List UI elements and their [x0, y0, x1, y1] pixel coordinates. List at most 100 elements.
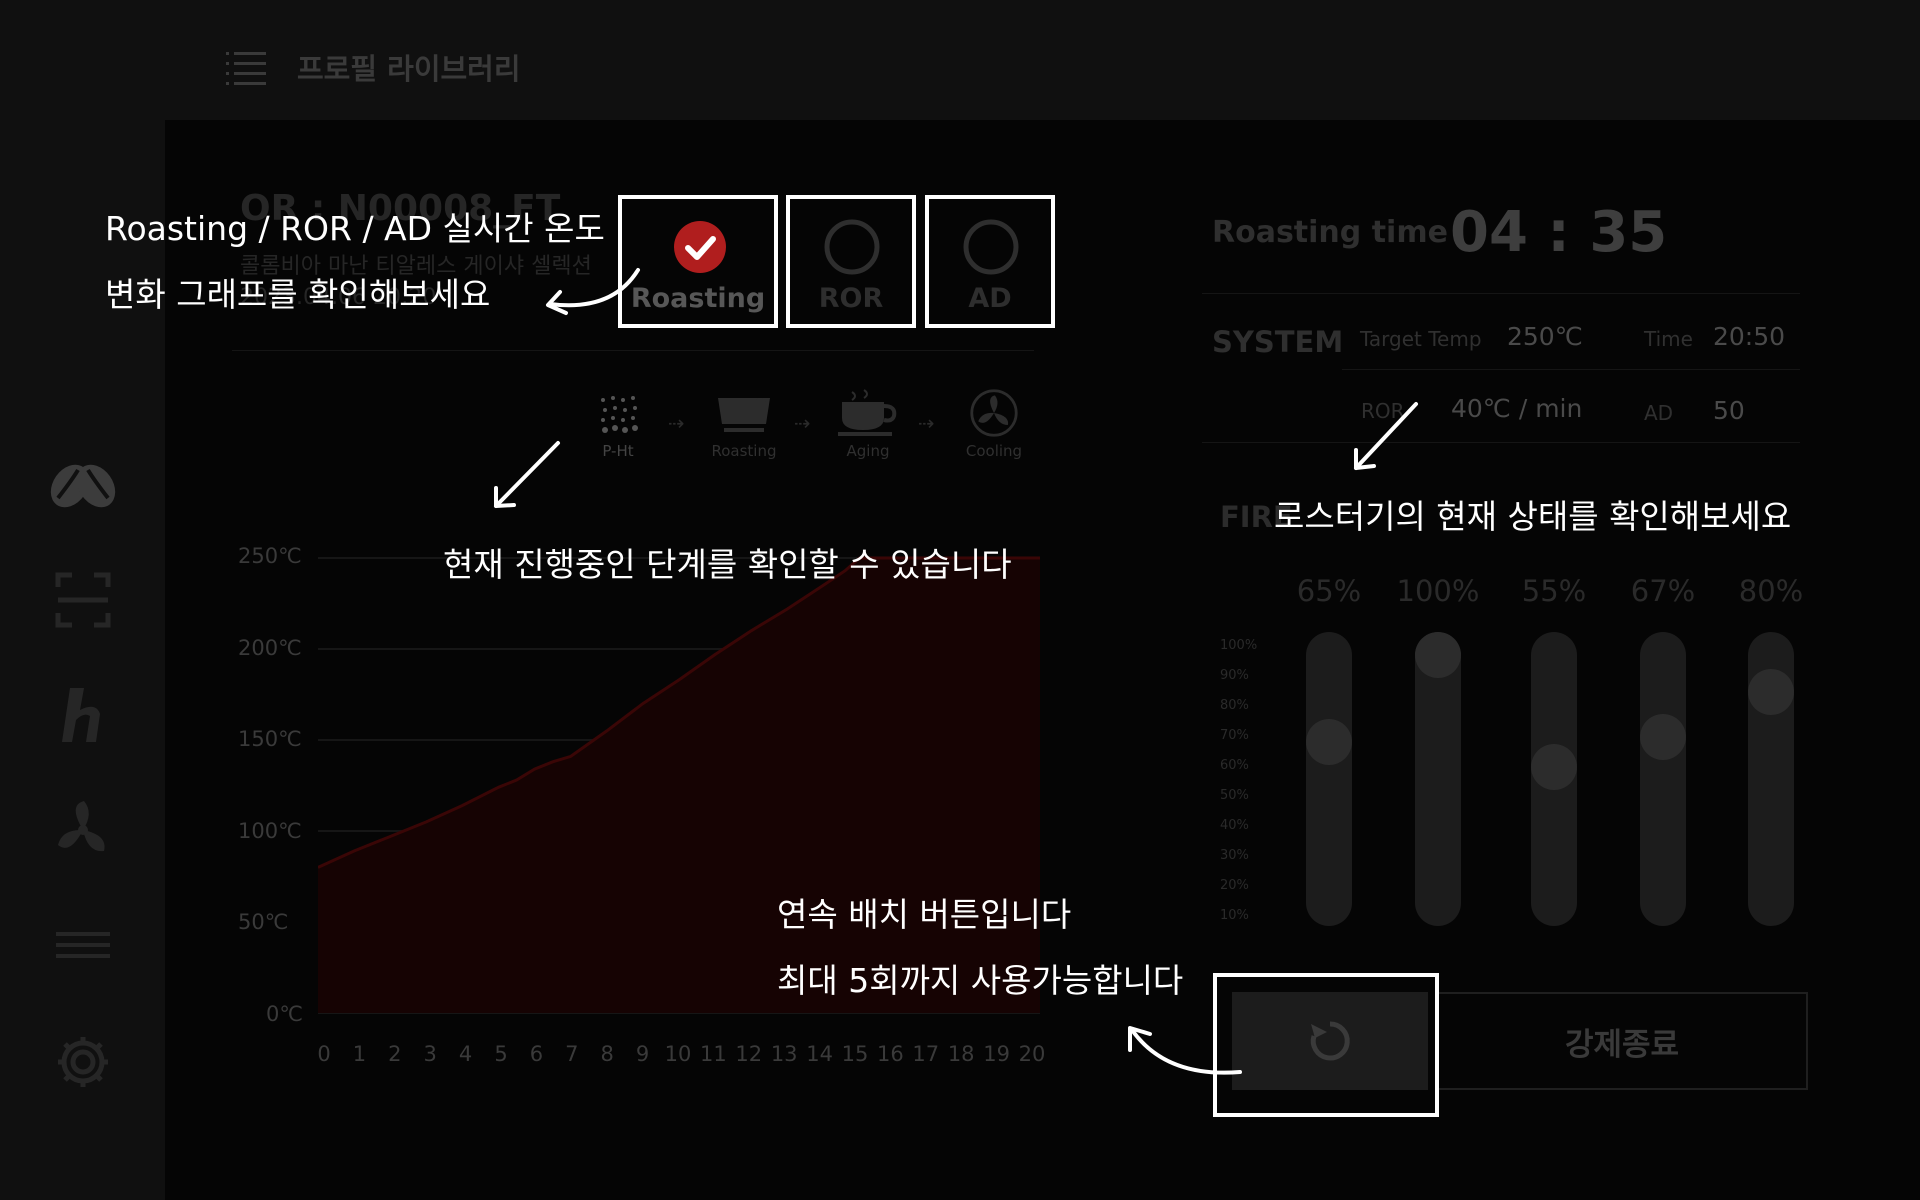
circle-icon	[824, 219, 880, 275]
x-tick-label: 20	[1018, 1042, 1046, 1066]
force-stop-button[interactable]: 강제종료	[1436, 992, 1808, 1090]
annotation-status: 로스터기의 현재 상태를 확인해보세요	[1274, 497, 1792, 536]
fire-scale-label: 80%	[1220, 698, 1249, 713]
fire-scale-label: 30%	[1220, 848, 1249, 863]
circle-icon	[963, 219, 1019, 275]
steam-icon	[601, 396, 638, 433]
annotation-batch-line1: 연속 배치 버튼입니다	[777, 895, 1072, 934]
fire-scale-label: 50%	[1220, 788, 1249, 803]
temperature-chart	[318, 556, 1040, 1014]
stage-label: Cooling	[965, 442, 1023, 460]
x-tick-label: 4	[458, 1042, 473, 1066]
roasting-time-label: Roasting time	[1212, 215, 1448, 250]
y-tick-label: 0℃	[266, 1002, 303, 1026]
scan-icon[interactable]	[48, 565, 118, 635]
x-tick-label: 14	[806, 1042, 833, 1066]
annotation-batch-line2: 최대 5회까지 사용가능합니다	[777, 961, 1184, 1000]
stage-label: Aging	[846, 442, 890, 460]
lines-icon[interactable]	[48, 910, 118, 980]
ad-value: 50	[1713, 396, 1745, 425]
stage-label: P-Ht	[602, 442, 634, 460]
time-value: 20:50	[1713, 322, 1786, 351]
menu-icon[interactable]	[226, 50, 266, 86]
fire-scale-label: 70%	[1220, 728, 1249, 743]
fire-percent: 80%	[1738, 574, 1804, 608]
beans-icon[interactable]	[48, 450, 118, 520]
x-tick-label: 10	[664, 1042, 692, 1066]
x-tick-label: 0	[317, 1042, 331, 1066]
ror-label: ROR	[1361, 399, 1405, 423]
stage-aging: Aging	[823, 388, 913, 460]
fire-slider-knob[interactable]	[1531, 743, 1577, 790]
fire-scale-label: 60%	[1220, 758, 1249, 773]
stage-cooling: Cooling	[949, 388, 1039, 460]
h-logo-icon[interactable]	[48, 680, 118, 750]
x-tick-label: 1	[352, 1042, 367, 1066]
time-label: Time	[1644, 327, 1693, 351]
x-tick-label: 3	[423, 1042, 437, 1066]
fire-percent: 67%	[1630, 574, 1696, 608]
mode-label: AD	[968, 283, 1012, 314]
x-tick-label: 2	[388, 1042, 402, 1066]
x-tick-label: 13	[770, 1042, 798, 1066]
fire-slider-knob[interactable]	[1640, 713, 1686, 760]
ad-label: AD	[1644, 401, 1674, 425]
x-tick-label: 9	[635, 1042, 650, 1066]
mode-label: Roasting	[630, 283, 766, 314]
fire-slider-knob[interactable]	[1306, 718, 1352, 765]
chart-area	[318, 558, 1040, 1013]
fire-scale-label: 10%	[1220, 908, 1249, 923]
x-tick-label: 5	[494, 1042, 508, 1066]
fire-slider-knob[interactable]	[1415, 632, 1461, 678]
fire-slider-track[interactable]	[1748, 632, 1794, 926]
mode-ad-button[interactable]: AD	[925, 195, 1055, 328]
stage-arrow-icon: ⇢	[918, 411, 935, 435]
mode-ror-button[interactable]: ROR	[786, 195, 916, 328]
top-bar	[0, 0, 1920, 120]
batch-highlight	[1213, 973, 1439, 1117]
x-tick-label: 12	[735, 1042, 763, 1066]
stage-label: Roasting	[711, 442, 777, 460]
stage-pht: P-Ht	[573, 388, 663, 460]
divider	[1202, 293, 1800, 294]
stage-roasting: Roasting	[699, 388, 789, 460]
fire-scale-label: 20%	[1220, 878, 1249, 893]
x-tick-label: 6	[529, 1042, 544, 1066]
y-tick-label: 150℃	[238, 727, 302, 751]
page-title: 프로필 라이브러리	[297, 52, 521, 86]
ror-value: 40℃ / min	[1451, 394, 1583, 423]
fan-icon[interactable]	[48, 795, 118, 865]
fire-slider-track[interactable]	[1531, 632, 1577, 926]
y-tick-label: 100℃	[238, 819, 302, 843]
fire-scale-label: 100%	[1220, 638, 1258, 653]
y-tick-label: 200℃	[238, 636, 302, 660]
fire-slider-track[interactable]	[1306, 632, 1352, 926]
mode-label: ROR	[818, 283, 884, 314]
roaster-icon	[718, 398, 770, 432]
fire-slider-knob[interactable]	[1748, 669, 1794, 716]
mode-roasting-button[interactable]: Roasting	[618, 195, 778, 328]
target-temp-value: 250℃	[1507, 322, 1583, 351]
y-tick-label: 250℃	[238, 544, 302, 568]
cup-icon	[838, 389, 897, 436]
divider	[1342, 369, 1800, 370]
fire-percent: 100%	[1396, 574, 1480, 608]
target-temp-label: Target Temp	[1360, 327, 1482, 351]
fire-slider-track[interactable]	[1415, 632, 1461, 926]
gear-icon[interactable]	[48, 1027, 118, 1097]
annotation-modes-line1: Roasting / ROR / AD 실시간 온도	[105, 209, 605, 248]
y-tick-label: 50℃	[238, 910, 289, 934]
roasting-time-value: 04 : 35	[1450, 200, 1668, 265]
x-tick-label: 17	[912, 1042, 940, 1066]
fire-slider-track[interactable]	[1640, 632, 1686, 926]
x-tick-label: 15	[841, 1042, 869, 1066]
divider	[232, 350, 1034, 351]
system-label: SYSTEM	[1212, 325, 1344, 359]
x-tick-label: 7	[565, 1042, 579, 1066]
fire-scale-label: 90%	[1220, 668, 1249, 683]
x-tick-label: 16	[877, 1042, 904, 1066]
stage-arrow-icon: ⇢	[668, 411, 685, 435]
fire-scale-label: 40%	[1220, 818, 1249, 833]
cooling-fan-icon	[970, 389, 1018, 437]
check-icon	[674, 221, 726, 273]
